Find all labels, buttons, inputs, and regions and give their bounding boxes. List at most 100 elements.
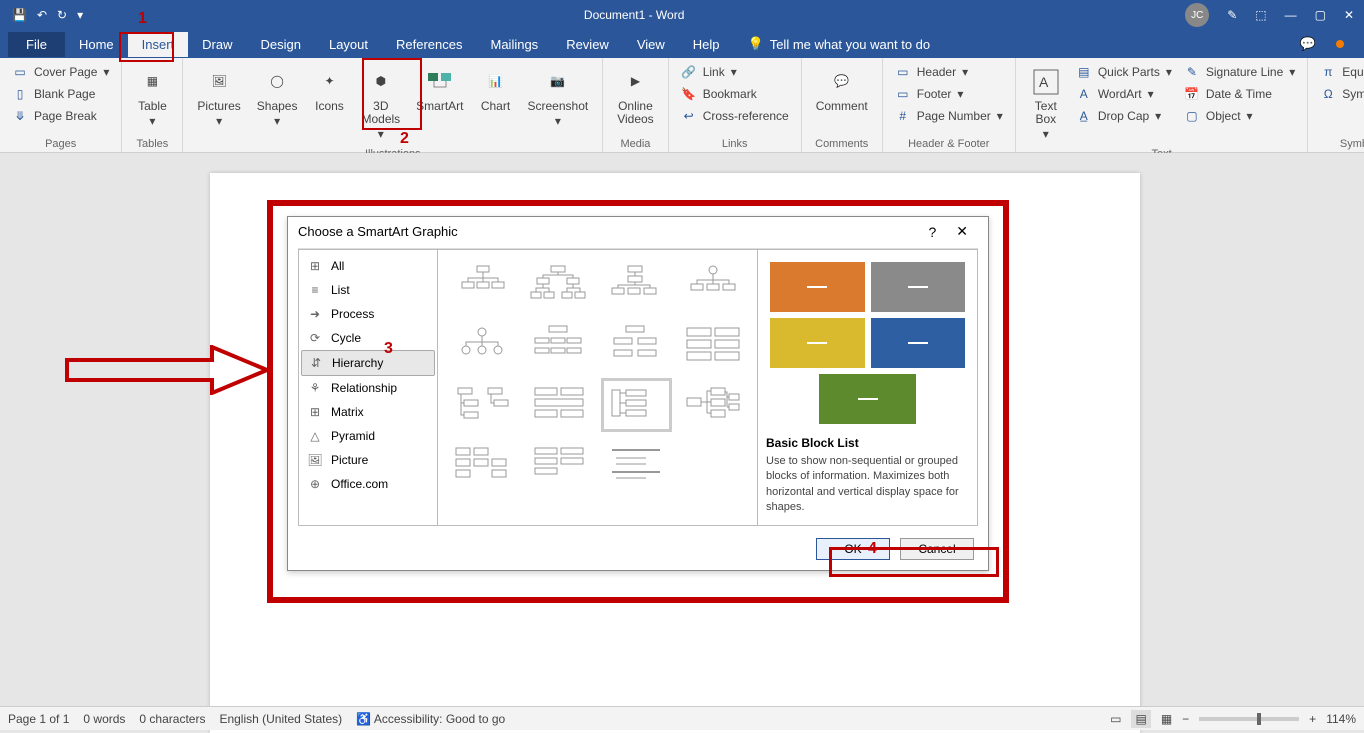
- smartart-thumb[interactable]: [446, 438, 517, 492]
- smartart-thumb[interactable]: [601, 258, 672, 312]
- object-button[interactable]: ▢Object ▾: [1180, 106, 1299, 126]
- bookmark-button[interactable]: 🔖Bookmark: [677, 84, 793, 104]
- text-box-button[interactable]: AText Box▾: [1024, 62, 1068, 146]
- cross-reference-button[interactable]: ↩Cross-reference: [677, 106, 793, 126]
- ribbon-display-icon[interactable]: ⬚: [1255, 8, 1266, 22]
- smartart-thumb[interactable]: [678, 258, 749, 312]
- tab-insert[interactable]: Insert: [128, 32, 189, 57]
- header-button[interactable]: ▭Header ▾: [891, 62, 1007, 82]
- smartart-button[interactable]: SmartArt: [410, 62, 469, 117]
- status-words[interactable]: 0 words: [83, 712, 125, 726]
- comments-icon[interactable]: 💬: [1300, 36, 1316, 52]
- tab-home[interactable]: Home: [65, 32, 128, 57]
- hierarchy-icon: ⇵: [308, 355, 324, 371]
- smartart-thumb[interactable]: [523, 378, 594, 432]
- close-icon[interactable]: ✕: [1344, 8, 1354, 22]
- smartart-thumb[interactable]: [446, 378, 517, 432]
- dialog-help-button[interactable]: ?: [918, 224, 946, 240]
- tab-help[interactable]: Help: [679, 32, 734, 57]
- shapes-button[interactable]: ◯Shapes▾: [251, 62, 304, 132]
- category-pyramid[interactable]: △Pyramid: [301, 424, 435, 448]
- signature-line-button[interactable]: ✎Signature Line ▾: [1180, 62, 1299, 82]
- cancel-button[interactable]: Cancel: [900, 538, 974, 560]
- tab-view[interactable]: View: [623, 32, 679, 57]
- matrix-icon: ⊞: [307, 404, 323, 420]
- tab-references[interactable]: References: [382, 32, 476, 57]
- status-language[interactable]: English (United States): [219, 712, 342, 726]
- tab-draw[interactable]: Draw: [188, 32, 246, 57]
- tell-me-search[interactable]: 💡 Tell me what you want to do: [748, 36, 931, 52]
- 3d-models-button[interactable]: ⬢3D Models▾: [355, 62, 406, 146]
- status-chars[interactable]: 0 characters: [139, 712, 205, 726]
- status-bar: Page 1 of 1 0 words 0 characters English…: [0, 706, 1364, 730]
- online-videos-button[interactable]: ▶Online Videos: [611, 62, 659, 130]
- page-break-button[interactable]: ⤋Page Break: [8, 106, 113, 126]
- view-print-layout-icon[interactable]: ▤: [1131, 710, 1150, 728]
- smartart-thumb[interactable]: [523, 438, 594, 492]
- smartart-thumb[interactable]: [678, 378, 749, 432]
- category-matrix[interactable]: ⊞Matrix: [301, 400, 435, 424]
- smartart-thumb[interactable]: [523, 258, 594, 312]
- category-cycle[interactable]: ⟳Cycle: [301, 326, 435, 350]
- view-web-layout-icon[interactable]: ▦: [1161, 712, 1172, 726]
- equation-button[interactable]: πEquation ▾: [1316, 62, 1364, 82]
- symbol-button[interactable]: ΩSymbol ▾: [1316, 84, 1364, 104]
- category-list[interactable]: ≡List: [301, 278, 435, 302]
- footer-button[interactable]: ▭Footer ▾: [891, 84, 1007, 104]
- tab-layout[interactable]: Layout: [315, 32, 382, 57]
- maximize-icon[interactable]: ▢: [1315, 8, 1326, 22]
- shapes-icon: ◯: [261, 66, 293, 98]
- undo-icon[interactable]: ↶: [37, 8, 47, 22]
- category-office[interactable]: ⊕Office.com: [301, 472, 435, 496]
- smartart-thumb[interactable]: [446, 258, 517, 312]
- icons-button[interactable]: ✦Icons: [307, 62, 351, 117]
- tab-review[interactable]: Review: [552, 32, 623, 57]
- smartart-thumb[interactable]: [678, 318, 749, 372]
- chart-button[interactable]: 📊Chart: [474, 62, 518, 117]
- smartart-thumb[interactable]: [601, 438, 672, 492]
- table-icon: ▦: [136, 66, 168, 98]
- dialog-close-button[interactable]: ✕: [946, 223, 978, 240]
- status-page[interactable]: Page 1 of 1: [8, 712, 69, 726]
- icons-icon: ✦: [313, 66, 345, 98]
- smartart-thumb[interactable]: [446, 318, 517, 372]
- smartart-thumb[interactable]: [523, 318, 594, 372]
- tab-design[interactable]: Design: [247, 32, 315, 57]
- menu-bar: File Home Insert Draw Design Layout Refe…: [0, 30, 1364, 58]
- link-button[interactable]: 🔗Link ▾: [677, 62, 793, 82]
- zoom-level[interactable]: 114%: [1326, 712, 1356, 726]
- preview-title: Basic Block List: [766, 436, 969, 450]
- comment-icon: 💬: [826, 66, 858, 98]
- save-icon[interactable]: 💾: [12, 8, 27, 22]
- ok-button[interactable]: OK: [816, 538, 890, 560]
- page-number-button[interactable]: #Page Number ▾: [891, 106, 1007, 126]
- category-hierarchy[interactable]: ⇵Hierarchy: [301, 350, 435, 376]
- redo-icon[interactable]: ↻: [57, 8, 67, 22]
- minimize-icon[interactable]: —: [1285, 8, 1297, 22]
- pictures-button[interactable]: 🖼Pictures▾: [191, 62, 246, 132]
- zoom-in-button[interactable]: +: [1309, 712, 1316, 726]
- zoom-slider[interactable]: [1199, 717, 1299, 721]
- wordart-button[interactable]: AWordArt ▾: [1072, 84, 1176, 104]
- cover-page-button[interactable]: ▭Cover Page ▾: [8, 62, 113, 82]
- smartart-thumb[interactable]: [601, 318, 672, 372]
- user-avatar[interactable]: JC: [1185, 3, 1209, 27]
- view-read-mode-icon[interactable]: ▭: [1110, 712, 1121, 726]
- category-all[interactable]: ⊞All: [301, 254, 435, 278]
- screenshot-button[interactable]: 📷Screenshot▾: [522, 62, 595, 132]
- comment-button[interactable]: 💬Comment: [810, 62, 874, 117]
- tab-file[interactable]: File: [8, 32, 65, 57]
- date-time-button[interactable]: 📅Date & Time: [1180, 84, 1299, 104]
- table-button[interactable]: ▦Table▾: [130, 62, 174, 132]
- category-process[interactable]: ➜Process: [301, 302, 435, 326]
- smartart-thumb-selected[interactable]: [601, 378, 672, 432]
- tab-mailings[interactable]: Mailings: [477, 32, 553, 57]
- drop-cap-button[interactable]: A̲Drop Cap ▾: [1072, 106, 1176, 126]
- tool-icon[interactable]: ✎: [1227, 8, 1237, 22]
- category-relationship[interactable]: ⚘Relationship: [301, 376, 435, 400]
- blank-page-button[interactable]: ▯Blank Page: [8, 84, 113, 104]
- category-picture[interactable]: 🖼Picture: [301, 448, 435, 472]
- status-accessibility[interactable]: ♿ Accessibility: Good to go: [356, 712, 505, 726]
- zoom-out-button[interactable]: −: [1182, 712, 1189, 726]
- quick-parts-button[interactable]: ▤Quick Parts ▾: [1072, 62, 1176, 82]
